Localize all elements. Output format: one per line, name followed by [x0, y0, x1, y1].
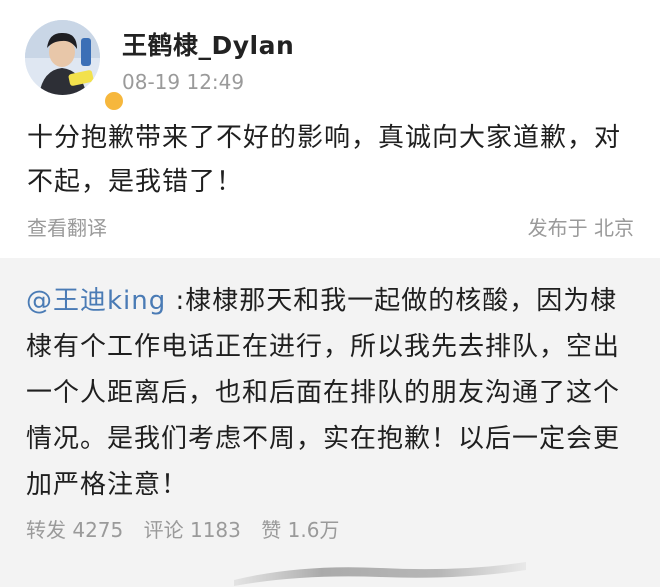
post-text: 十分抱歉带来了不好的影响，真诚向大家道歉，对不起，是我错了！ [27, 123, 622, 197]
quoted-repost[interactable]: @王迪king :棣棣那天和我一起做的核酸，因为棣棣有个工作电话正在进行，所以我… [0, 258, 660, 587]
repost-count[interactable]: 转发 4275 [26, 518, 123, 542]
avatar[interactable] [25, 20, 125, 112]
mention-link[interactable]: @王迪king [26, 286, 166, 316]
username[interactable]: 王鹤棣_Dylan [122, 26, 294, 62]
post-timestamp: 08-19 12:49 [122, 70, 245, 94]
weibo-post-screen: 王鹤棣_Dylan 08-19 12:49 十分抱歉带来了不好的影响，真诚向大家… [0, 0, 660, 587]
view-translation-link[interactable]: 查看翻译 [27, 212, 107, 241]
like-count[interactable]: 赞 1.6万 [261, 518, 339, 542]
comment-count[interactable]: 评论 1183 [144, 518, 241, 542]
repost-stats: 转发 4275 评论 1183 赞 1.6万 [26, 514, 353, 543]
blur-smear-decoration [234, 562, 526, 586]
avatar-image [25, 20, 100, 95]
original-post: 王鹤棣_Dylan 08-19 12:49 十分抱歉带来了不好的影响，真诚向大家… [0, 0, 660, 258]
repost-content: :棣棣那天和我一起做的核酸，因为棣棣有个工作电话正在进行，所以我先去排队，空出一… [26, 286, 621, 500]
post-location: 发布于 北京 [527, 216, 634, 240]
avatar-portrait-icon [25, 20, 100, 95]
repost-text: @王迪king :棣棣那天和我一起做的核酸，因为棣棣有个工作电话正在进行，所以我… [26, 278, 638, 508]
